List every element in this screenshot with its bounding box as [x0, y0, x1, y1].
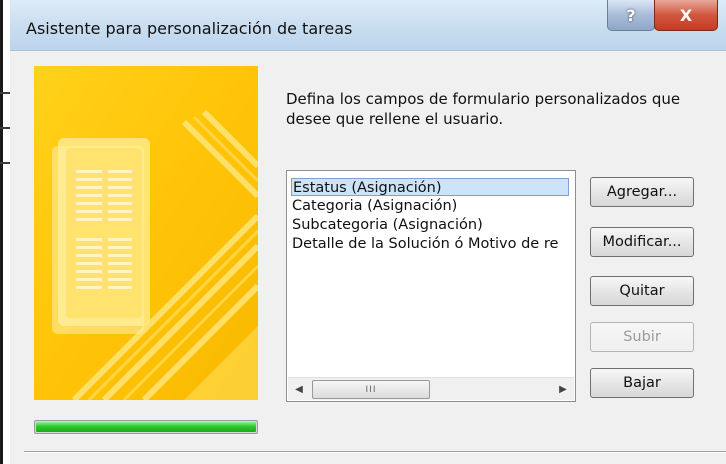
window-title: Asistente para personalización de tareas	[26, 19, 353, 38]
help-icon: ?	[626, 5, 636, 25]
scrollbar-thumb[interactable]: III	[312, 380, 430, 399]
title-bar[interactable]: Asistente para personalización de tareas…	[10, 0, 726, 51]
footer-separator	[24, 451, 726, 453]
move-up-button[interactable]: Subir	[590, 322, 694, 352]
scroll-left-icon[interactable]: ◀	[288, 378, 310, 400]
wizard-dialog: Asistente para personalización de tareas…	[10, 0, 726, 464]
close-button[interactable]: X	[654, 0, 718, 31]
instructions-text: Defina los campos de formulario personal…	[286, 90, 681, 128]
wizard-illustration	[34, 66, 258, 400]
background-window-mark	[0, 92, 10, 94]
list-item[interactable]: Estatus (Asignación)	[291, 178, 569, 196]
close-icon: X	[679, 5, 693, 25]
background-window-mark	[0, 162, 10, 164]
custom-fields-listbox[interactable]: Estatus (Asignación) Categoria (Asignaci…	[286, 170, 576, 402]
background-window-mark	[0, 127, 10, 129]
list-item[interactable]: Categoria (Asignación)	[292, 197, 457, 215]
modify-button[interactable]: Modificar...	[590, 227, 694, 257]
scroll-right-icon[interactable]: ▶	[552, 378, 574, 400]
move-down-button[interactable]: Bajar	[590, 368, 694, 398]
add-button[interactable]: Agregar...	[590, 177, 694, 207]
remove-button[interactable]: Quitar	[590, 276, 694, 306]
wizard-form-icon	[34, 66, 258, 400]
scrollbar-grip-icon: III	[365, 384, 377, 395]
progress-fill	[36, 422, 256, 432]
horizontal-scrollbar[interactable]: ◀ III ▶	[288, 377, 574, 400]
help-button[interactable]: ?	[607, 0, 655, 31]
list-item[interactable]: Detalle de la Solución ó Motivo de re	[292, 235, 558, 253]
list-item[interactable]: Subcategoria (Asignación)	[292, 216, 483, 234]
background-window-edge	[0, 0, 3, 464]
progress-bar	[34, 420, 258, 434]
